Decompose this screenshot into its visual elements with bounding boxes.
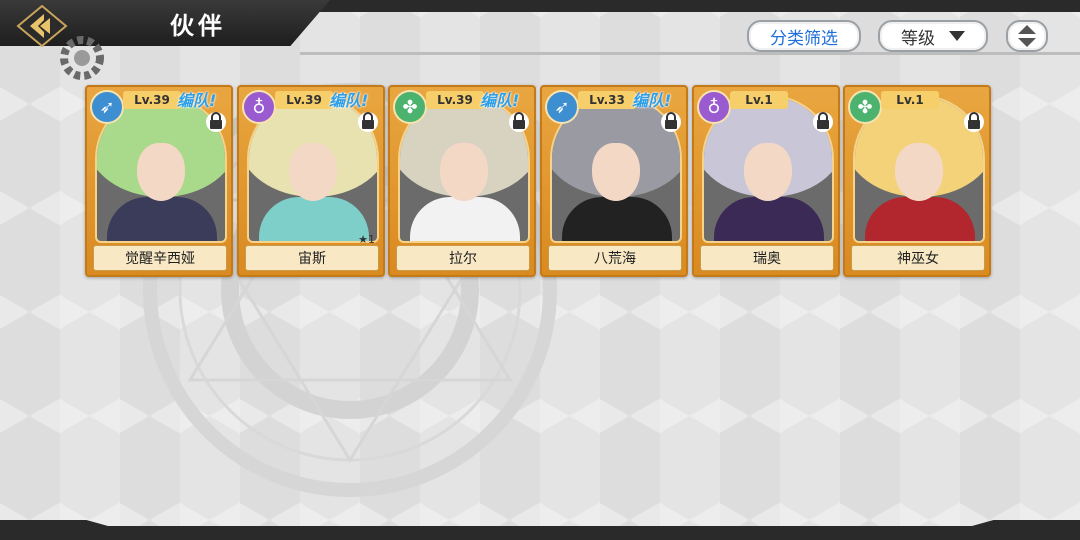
- portrait-face: [440, 143, 488, 201]
- portrait-body: [107, 197, 217, 241]
- companion-name: 瑞奥: [700, 245, 834, 271]
- sort-order-button[interactable]: [1006, 20, 1048, 52]
- bow-icon: ➶: [90, 90, 124, 124]
- sort-dropdown[interactable]: 等级: [878, 20, 988, 52]
- companion-card[interactable]: ➶ Lv.33 编队! ★ 八荒海: [540, 85, 688, 277]
- companion-card[interactable]: ✤ Lv.1 ★ 神巫女: [843, 85, 991, 277]
- level-tab: Lv.33: [578, 91, 636, 109]
- cross-icon: ✤: [848, 90, 882, 124]
- portrait-body: [865, 197, 975, 241]
- companion-card[interactable]: ➶ Lv.39 编队! ★ 觉醒辛西娅: [85, 85, 233, 277]
- chevron-down-icon: [949, 31, 965, 41]
- lock-icon[interactable]: [357, 109, 379, 133]
- companion-name: 觉醒辛西娅: [93, 245, 227, 271]
- lock-icon[interactable]: [963, 109, 985, 133]
- portrait-body: [259, 197, 369, 241]
- level-tab: Lv.1: [730, 91, 788, 109]
- portrait-face: [744, 143, 792, 201]
- team-tag: 编队!: [329, 91, 369, 110]
- orb-icon: ♁: [242, 90, 276, 124]
- level-tab: Lv.1: [881, 91, 939, 109]
- companion-name: 神巫女: [851, 245, 985, 271]
- level-tab: Lv.39: [123, 91, 181, 109]
- portrait-body: [562, 197, 672, 241]
- lock-icon[interactable]: [660, 109, 682, 133]
- portrait-face: [137, 143, 185, 201]
- level-tab: Lv.39: [426, 91, 484, 109]
- companion-name: 八荒海: [548, 245, 682, 271]
- level-tab: Lv.39: [275, 91, 333, 109]
- portrait-body: [714, 197, 824, 241]
- companion-card[interactable]: ♁ Lv.1 ★ 瑞奥: [692, 85, 840, 277]
- back-button[interactable]: [14, 4, 70, 48]
- lock-icon[interactable]: [205, 109, 227, 133]
- companion-card[interactable]: ♁ Lv.39 编队! ★1 宙斯: [237, 85, 385, 277]
- filter-button-label: 分类筛选: [770, 28, 838, 49]
- header-divider: [300, 52, 1080, 55]
- lock-icon[interactable]: [812, 109, 834, 133]
- team-tag: 编队!: [480, 91, 520, 110]
- cross-icon: ✤: [393, 90, 427, 124]
- sort-dropdown-label: 等级: [901, 28, 935, 49]
- portrait-body: [410, 197, 520, 241]
- portrait-face: [289, 143, 337, 201]
- page-title: 伙伴: [170, 12, 226, 40]
- companion-name: 拉尔: [396, 245, 530, 271]
- companion-card[interactable]: ✤ Lv.39 编队! ★ 拉尔: [388, 85, 536, 277]
- filter-button[interactable]: 分类筛选: [747, 20, 861, 52]
- portrait-face: [895, 143, 943, 201]
- team-tag: 编队!: [632, 91, 672, 110]
- orb-icon: ♁: [697, 90, 731, 124]
- sort-order-icon: [1018, 25, 1036, 47]
- lock-icon[interactable]: [508, 109, 530, 133]
- portrait-face: [592, 143, 640, 201]
- companion-name: 宙斯: [245, 245, 379, 271]
- team-tag: 编队!: [177, 91, 217, 110]
- bow-icon: ➶: [545, 90, 579, 124]
